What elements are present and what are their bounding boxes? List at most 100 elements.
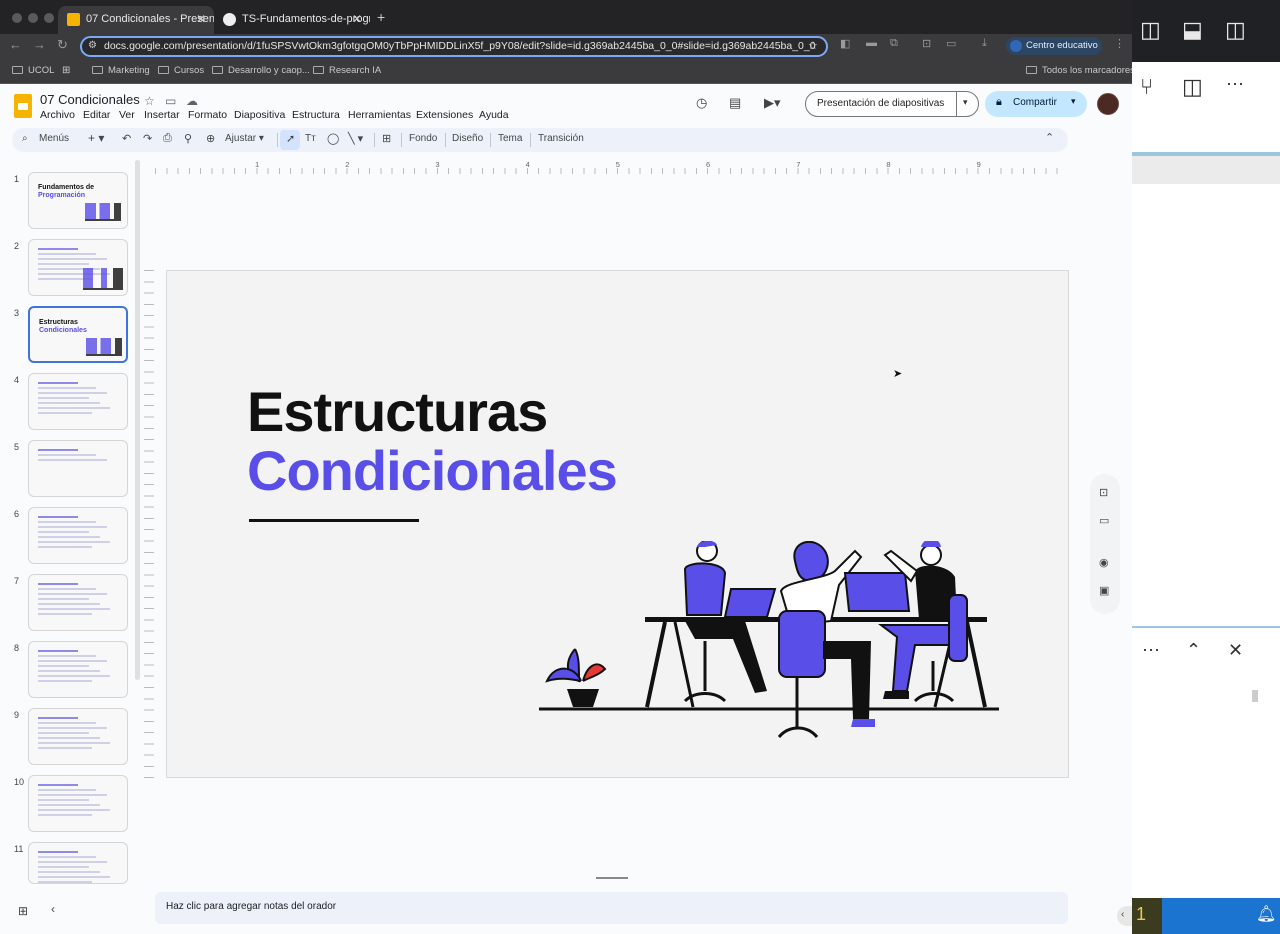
menu-herramientas[interactable]: Herramientas xyxy=(348,109,411,121)
slide-thumbnail[interactable]: Estructuras Condicionales xyxy=(28,306,128,363)
keep-icon[interactable]: ⊡ xyxy=(1099,486,1108,499)
profile-chip[interactable]: Centro educativo xyxy=(1006,37,1102,55)
menu-ver[interactable]: Ver xyxy=(119,109,135,121)
forward-icon[interactable]: → xyxy=(33,37,46,52)
menu-search[interactable]: Menús xyxy=(39,133,69,144)
more-menu-icon[interactable]: ⋮ xyxy=(1114,37,1125,50)
slide-thumbnail[interactable] xyxy=(28,775,128,832)
avatar[interactable] xyxy=(1097,93,1119,115)
new-slide-icon[interactable]: + ▾ xyxy=(88,131,104,145)
source-control-icon[interactable]: ⑂ xyxy=(1140,74,1153,100)
chevron-up-icon[interactable]: ⌃ xyxy=(1186,640,1201,661)
back-icon[interactable]: ← xyxy=(9,37,22,52)
download-icon[interactable]: ⤓ xyxy=(982,37,987,50)
close-icon[interactable]: ✕ xyxy=(352,12,362,26)
menu-diapositiva[interactable]: Diapositiva xyxy=(234,109,285,121)
window-minimize-dot[interactable] xyxy=(28,13,38,23)
team-illustration[interactable] xyxy=(535,541,1005,751)
slide-title-line1[interactable]: Estructuras xyxy=(247,379,548,444)
new-tab-button[interactable]: + xyxy=(377,9,385,25)
zoom-icon[interactable]: ⊕ xyxy=(206,132,215,145)
address-bar[interactable]: ⚙ docs.google.com/presentation/d/1fuSPSV… xyxy=(80,36,828,57)
video-icon[interactable]: ▣ xyxy=(1099,584,1109,597)
undo-icon[interactable]: ↶ xyxy=(122,132,131,145)
slide-thumbnail[interactable] xyxy=(28,440,128,497)
bookmark-cursos[interactable]: Cursos xyxy=(158,65,204,76)
slide-thumbnail[interactable] xyxy=(28,574,128,631)
screen-icon[interactable]: ▭ xyxy=(946,37,956,50)
shape-icon[interactable]: ◯ xyxy=(327,132,339,145)
share-button[interactable]: 🔒︎ Compartir ▾ xyxy=(985,91,1087,117)
slide-canvas[interactable]: Estructuras Condicionales ➤ xyxy=(166,270,1069,778)
menu-ayuda[interactable]: Ayuda xyxy=(479,109,509,121)
site-info-icon[interactable]: ⚙ xyxy=(88,40,97,51)
menu-estructura[interactable]: Estructura xyxy=(292,109,340,121)
close-icon[interactable]: ✕ xyxy=(196,12,206,26)
menu-archivo[interactable]: Archivo xyxy=(40,109,75,121)
all-bookmarks[interactable]: Todos los marcadores xyxy=(1026,65,1132,76)
split-editor-icon[interactable]: ◫ xyxy=(1182,74,1203,100)
tab-github[interactable]: TS-Fundamentos-de-program ✕ xyxy=(214,6,370,34)
slide-thumbnail[interactable] xyxy=(28,507,128,564)
bookmark-marketing[interactable]: Marketing xyxy=(92,65,150,76)
folder-icon[interactable]: ▭ xyxy=(1099,514,1109,527)
extension-icon[interactable]: ▬ xyxy=(866,37,877,49)
slide-thumbnail[interactable] xyxy=(28,239,128,296)
extension-icon[interactable]: ◧ xyxy=(840,37,850,50)
panel-bottom-icon[interactable]: ⬓ xyxy=(1182,17,1203,43)
expand-side-panel-icon[interactable]: ‹ xyxy=(1117,906,1132,926)
apps-grid-icon[interactable]: ⊞ xyxy=(62,65,70,76)
transition-button[interactable]: Transición xyxy=(538,133,584,144)
cast-icon[interactable]: ⊡ xyxy=(922,37,931,50)
filmstrip-scrollbar[interactable] xyxy=(135,160,140,680)
slide-title-line2[interactable]: Condicionales xyxy=(247,438,618,503)
text-box-icon[interactable]: Tт xyxy=(305,133,316,144)
present-button[interactable]: Presentación de diapositivas ▾ xyxy=(805,91,979,117)
menu-formato[interactable]: Formato xyxy=(188,109,227,121)
meet-icon[interactable]: ▶▾ xyxy=(764,95,781,111)
history-icon[interactable]: ◷ xyxy=(696,95,707,111)
paint-format-icon[interactable]: ⚲ xyxy=(184,132,192,145)
sidebar-right-icon[interactable]: ◫ xyxy=(1225,17,1246,43)
menu-editar[interactable]: Editar xyxy=(83,109,110,121)
slide-thumbnail[interactable] xyxy=(28,641,128,698)
bookmark-ucol[interactable]: UCOL xyxy=(12,65,54,76)
bookmark-star-icon[interactable]: ☆ xyxy=(808,39,818,52)
collapse-filmstrip-icon[interactable]: ‹ xyxy=(51,902,55,916)
window-close-dot[interactable] xyxy=(12,13,22,23)
title-underline[interactable] xyxy=(249,519,419,522)
slide-thumbnail[interactable] xyxy=(28,708,128,765)
close-icon[interactable]: ✕ xyxy=(1228,640,1243,661)
menu-extensiones[interactable]: Extensiones xyxy=(416,109,473,121)
scrollbar-thumb[interactable] xyxy=(1252,690,1258,702)
print-icon[interactable]: ⎙ xyxy=(163,132,172,145)
zoom-select[interactable]: Ajustar ▾ xyxy=(225,133,264,144)
theme-button[interactable]: Tema xyxy=(498,133,522,144)
notification-bell-icon[interactable]: 🔔︎ xyxy=(1256,904,1276,924)
comment-add-icon[interactable]: ⊞ xyxy=(382,132,391,145)
more-actions-icon[interactable]: ⋯ xyxy=(1142,640,1160,661)
move-folder-icon[interactable]: ▭ xyxy=(165,94,176,108)
record-icon[interactable]: ◉ xyxy=(1099,556,1109,569)
speaker-notes[interactable]: Haz clic para agregar notas del orador xyxy=(155,892,1068,924)
extensions-puzzle-icon[interactable]: ⧉ xyxy=(890,37,898,50)
comments-icon[interactable]: ▤ xyxy=(729,95,741,111)
document-title[interactable]: 07 Condicionales xyxy=(40,92,140,107)
slide-thumbnail[interactable] xyxy=(28,373,128,430)
sidebar-left-icon[interactable]: ◫ xyxy=(1140,17,1161,43)
menu-insertar[interactable]: Insertar xyxy=(144,109,180,121)
more-actions-icon[interactable]: ⋯ xyxy=(1226,74,1244,95)
slide-thumbnail[interactable]: Fundamentos de Programación xyxy=(28,172,128,229)
layout-button[interactable]: Diseño xyxy=(452,133,483,144)
notes-resize-handle[interactable] xyxy=(596,877,628,879)
chevron-down-icon[interactable]: ▾ xyxy=(1071,96,1076,107)
star-icon[interactable]: ☆ xyxy=(144,94,155,108)
chevron-down-icon[interactable]: ▾ xyxy=(963,97,968,108)
slide-thumbnail[interactable] xyxy=(28,842,128,884)
background-button[interactable]: Fondo xyxy=(409,133,437,144)
chevron-up-icon[interactable]: ⌃ xyxy=(1045,131,1054,144)
bookmark-research[interactable]: Research IA xyxy=(313,65,381,76)
reload-icon[interactable]: ↻ xyxy=(57,37,68,53)
grid-view-icon[interactable]: ⊞ xyxy=(18,904,28,918)
line-icon[interactable]: ╲ ▾ xyxy=(348,132,363,145)
